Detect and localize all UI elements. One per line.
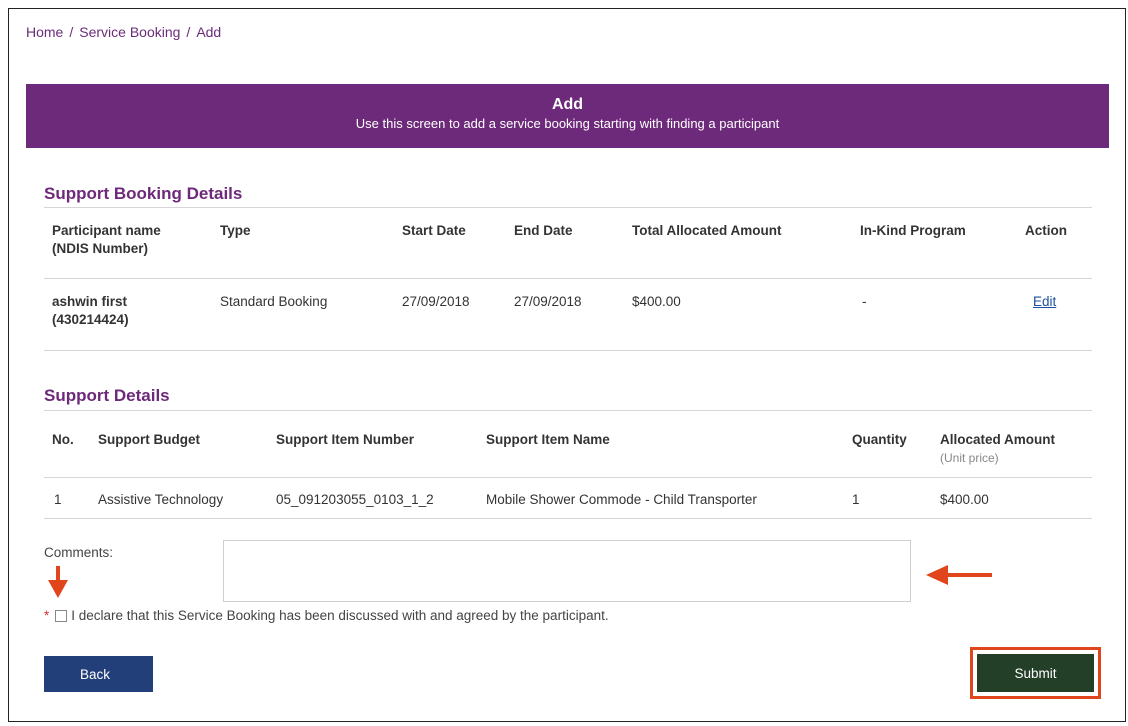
edit-link[interactable]: Edit bbox=[1033, 293, 1056, 311]
required-indicator: * bbox=[44, 608, 50, 623]
submit-button[interactable]: Submit bbox=[977, 654, 1094, 692]
support-item-name: Mobile Shower Commode - Child Transporte… bbox=[486, 492, 757, 507]
page-title: Add bbox=[551, 96, 584, 113]
header-ndis-number: (NDIS Number) bbox=[52, 241, 149, 256]
participant-cell: ashwin first (430214424) bbox=[52, 293, 129, 329]
comments-label: Comments: bbox=[44, 545, 114, 560]
arrow-left-annotation-icon bbox=[926, 565, 992, 585]
breadcrumb: Home / Service Booking / Add bbox=[26, 24, 221, 40]
support-budget: Assistive Technology bbox=[98, 492, 224, 507]
support-quantity: 1 bbox=[852, 492, 860, 507]
comments-textarea[interactable] bbox=[223, 540, 911, 602]
header-participant: Participant name (NDIS Number) bbox=[52, 222, 161, 258]
divider bbox=[44, 410, 1092, 411]
header-total-allocated: Total Allocated Amount bbox=[632, 223, 782, 238]
breadcrumb-separator: / bbox=[69, 24, 74, 40]
header-action: Action bbox=[1025, 223, 1067, 238]
header-inkind-program: In-Kind Program bbox=[860, 223, 966, 238]
header-type: Type bbox=[220, 223, 251, 238]
header-allocated-amount: Allocated Amount (Unit price) bbox=[940, 431, 1055, 467]
booking-start-date: 27/09/2018 bbox=[402, 294, 470, 309]
header-allocated-label: Allocated Amount bbox=[940, 432, 1056, 447]
page-subtitle: Use this screen to add a service booking… bbox=[355, 116, 780, 131]
booking-inkind: - bbox=[862, 294, 867, 309]
divider bbox=[44, 207, 1092, 208]
header-no: No. bbox=[52, 432, 74, 447]
divider bbox=[44, 350, 1092, 351]
declaration-text: I declare that this Service Booking has … bbox=[71, 608, 609, 623]
breadcrumb-current: Add bbox=[196, 24, 222, 40]
divider bbox=[44, 518, 1092, 519]
header-start-date: Start Date bbox=[402, 223, 466, 238]
arrow-down-annotation-icon bbox=[48, 566, 68, 598]
header-unit-price: (Unit price) bbox=[940, 451, 999, 465]
support-allocated-amount: $400.00 bbox=[940, 492, 989, 507]
participant-name: ashwin first bbox=[52, 294, 128, 309]
support-section-title: Support Details bbox=[44, 386, 170, 405]
divider bbox=[44, 278, 1092, 279]
booking-section-title: Support Booking Details bbox=[44, 184, 243, 203]
header-support-item-name: Support Item Name bbox=[486, 432, 610, 447]
divider bbox=[44, 477, 1092, 478]
breadcrumb-separator: / bbox=[186, 24, 191, 40]
support-item-number: 05_091203055_0103_1_2 bbox=[276, 492, 434, 507]
header-end-date: End Date bbox=[514, 223, 573, 238]
booking-type: Standard Booking bbox=[220, 294, 328, 309]
breadcrumb-service-booking[interactable]: Service Booking bbox=[79, 24, 180, 40]
back-button[interactable]: Back bbox=[44, 656, 153, 692]
breadcrumb-home[interactable]: Home bbox=[26, 24, 63, 40]
header-quantity: Quantity bbox=[852, 432, 907, 447]
declaration-row: * I declare that this Service Booking ha… bbox=[44, 608, 609, 623]
participant-ndis: (430214424) bbox=[52, 312, 129, 327]
header-participant-name: Participant name bbox=[52, 223, 161, 238]
header-support-budget: Support Budget bbox=[98, 432, 200, 447]
page-banner: Add Use this screen to add a service boo… bbox=[26, 84, 1109, 148]
booking-total: $400.00 bbox=[632, 294, 681, 309]
header-support-item-number: Support Item Number bbox=[276, 432, 415, 447]
support-no: 1 bbox=[54, 492, 62, 507]
booking-end-date: 27/09/2018 bbox=[514, 294, 582, 309]
declaration-checkbox[interactable] bbox=[55, 609, 68, 622]
